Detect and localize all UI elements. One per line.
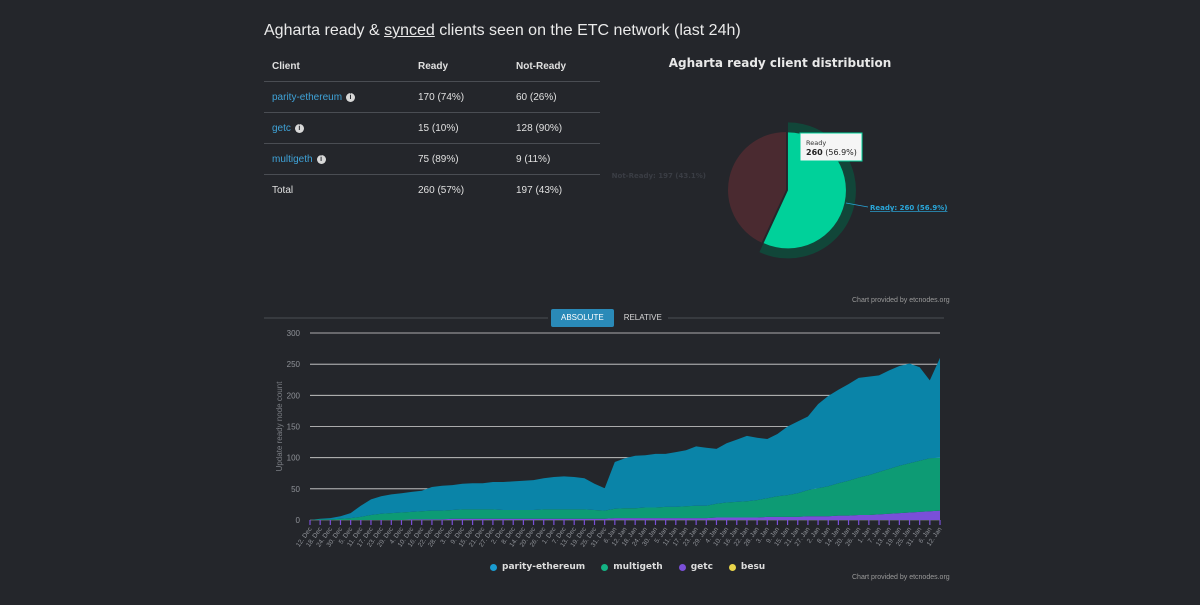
- view-tabs: ABSOLUTE RELATIVE: [551, 309, 672, 327]
- tab-absolute[interactable]: ABSOLUTE: [551, 309, 614, 327]
- legend-label: besu: [740, 562, 766, 572]
- y-tick-label: 50: [291, 485, 300, 494]
- legend-item-multigeth[interactable]: multigeth: [601, 562, 663, 572]
- legend-dot: [490, 563, 497, 571]
- area-chart: 0 50 100 150 200 250 300 Update ready node coun…: [264, 317, 944, 549]
- legend-label: parity-ethereum: [502, 562, 586, 572]
- legend-dot: [601, 563, 609, 571]
- legend-item-getc[interactable]: getc: [678, 562, 713, 572]
- legend-item-besu[interactable]: besu: [728, 562, 766, 572]
- legend-label: multigeth: [613, 562, 663, 572]
- y-tick-label: 0: [296, 516, 301, 525]
- legend-item-parity-ethereum[interactable]: parity-ethereum: [490, 562, 585, 572]
- area-credit: Chart provided by etcnodes.org: [852, 574, 950, 581]
- y-axis-title: Update ready node count: [275, 381, 284, 472]
- area-legend: parity-ethereum multigeth getc besu: [490, 562, 765, 572]
- y-tick-label: 300: [287, 329, 301, 338]
- y-tick-label: 200: [287, 391, 301, 400]
- y-tick-label: 150: [287, 423, 301, 432]
- y-tick-label: 250: [287, 360, 301, 369]
- y-tick-label: 100: [287, 454, 301, 463]
- legend-label: getc: [690, 562, 713, 572]
- tab-relative[interactable]: RELATIVE: [614, 309, 672, 327]
- legend-dot: [728, 563, 736, 571]
- legend-dot: [678, 563, 686, 571]
